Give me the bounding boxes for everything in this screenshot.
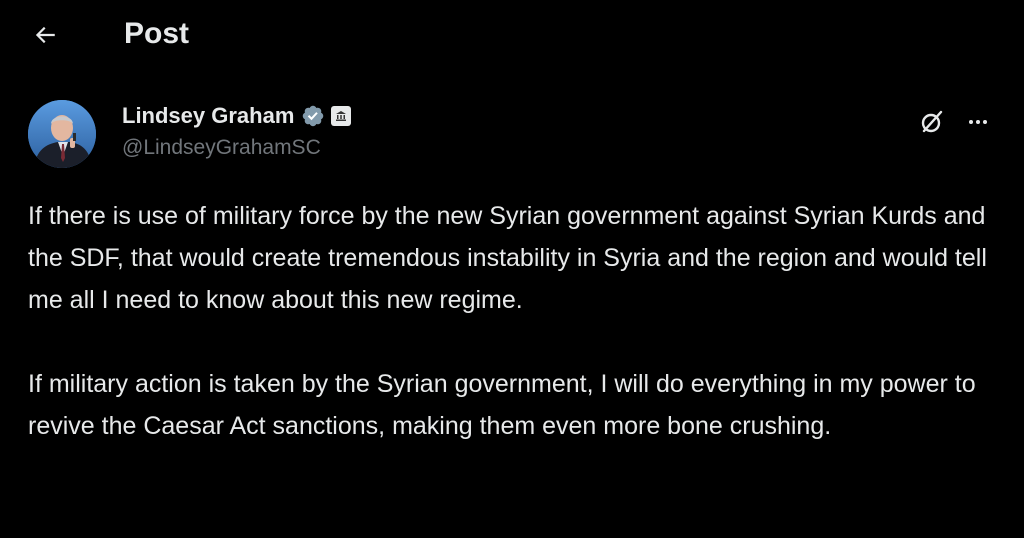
government-building-icon[interactable] bbox=[331, 106, 352, 126]
more-horizontal-icon[interactable] bbox=[962, 106, 994, 138]
top-bar: Post bbox=[0, 0, 1024, 70]
avatar[interactable] bbox=[28, 100, 96, 168]
verified-badge-icon[interactable] bbox=[301, 104, 325, 128]
back-button[interactable] bbox=[28, 18, 62, 52]
grok-icon[interactable] bbox=[916, 106, 948, 138]
avatar-image bbox=[28, 100, 96, 168]
page-title: Post bbox=[124, 17, 190, 50]
tweet-paragraph: If there is use of military force by the… bbox=[28, 202, 987, 314]
arrow-left-icon bbox=[35, 26, 55, 44]
display-name[interactable]: Lindsey Graham bbox=[122, 103, 294, 129]
name-line: Lindsey Graham bbox=[122, 102, 352, 130]
user-handle[interactable]: @LindseyGrahamSC bbox=[122, 136, 321, 160]
tweet-paragraph: If military action is taken by the Syria… bbox=[28, 370, 976, 440]
tweet-text: If there is use of military force by the… bbox=[28, 195, 1008, 447]
post-author-row: Lindsey Graham @LindseyGrahamSC bbox=[28, 98, 998, 170]
